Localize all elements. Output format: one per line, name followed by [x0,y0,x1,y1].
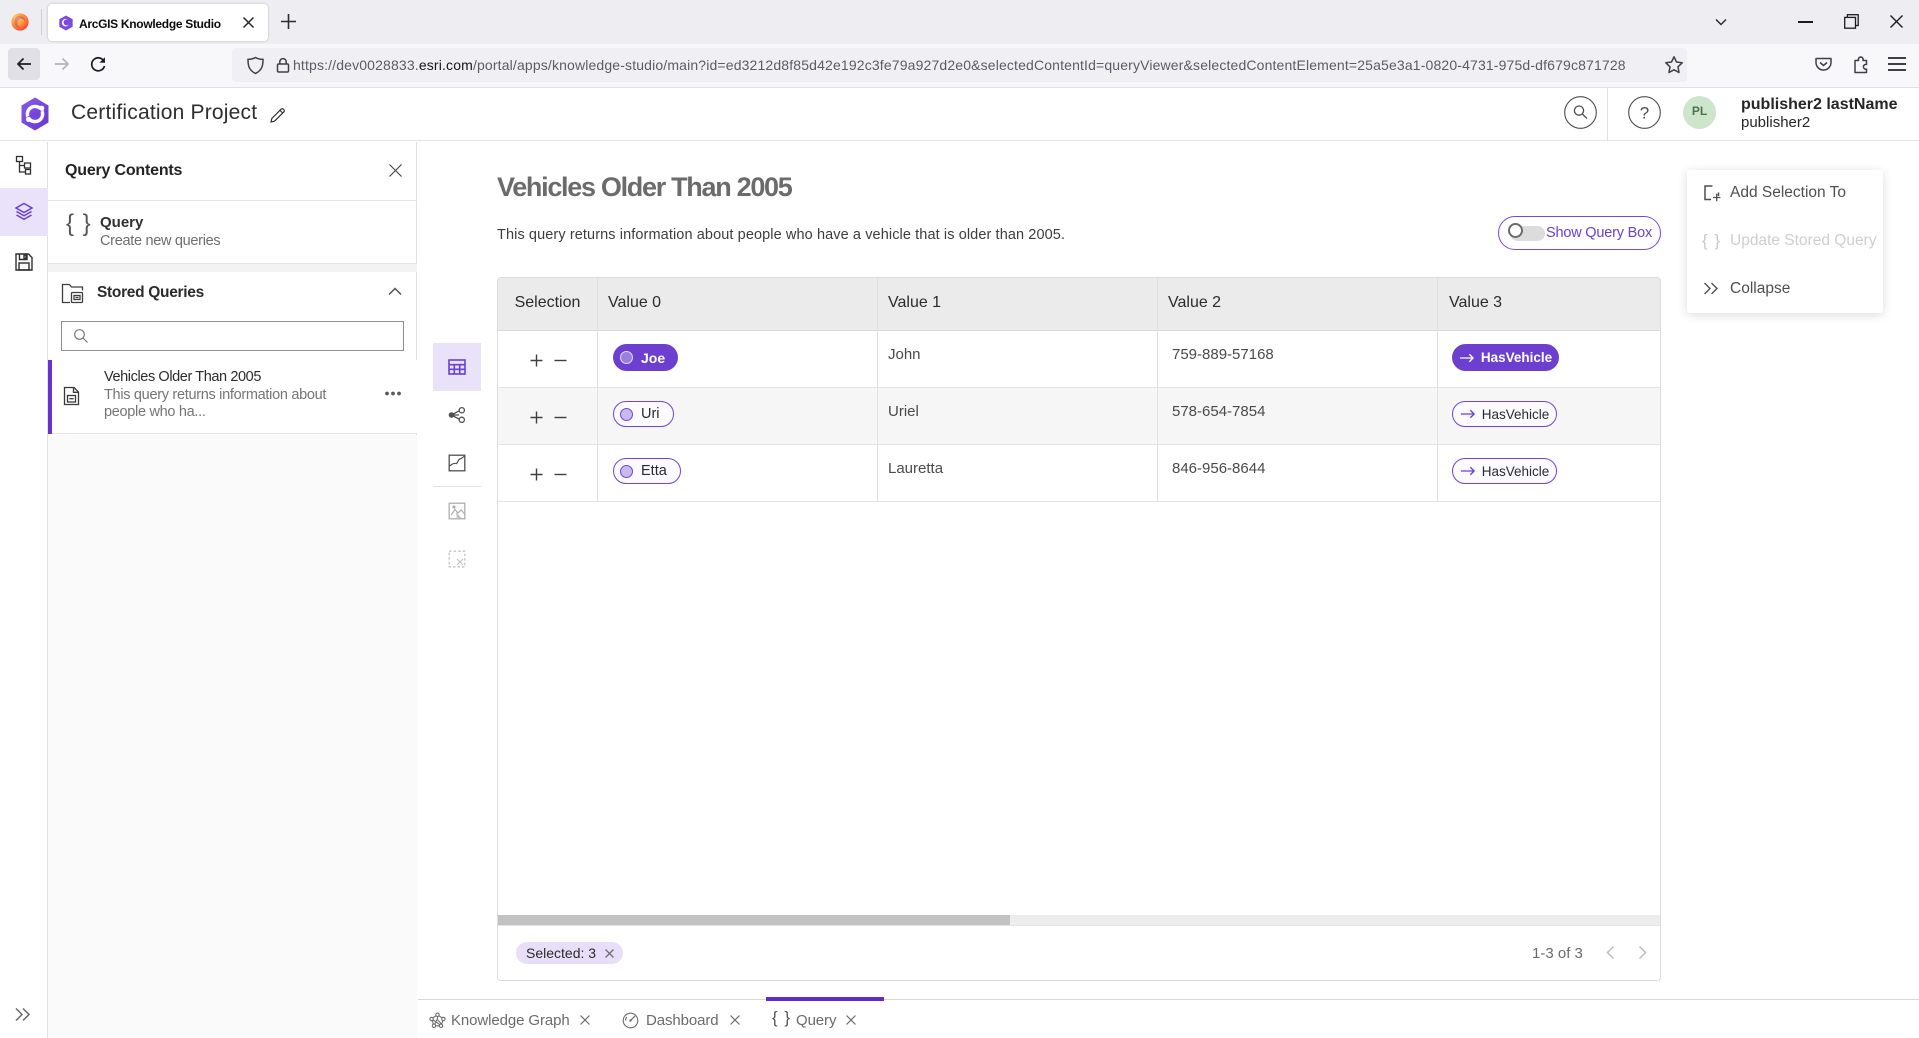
svg-text:?: ? [1640,104,1649,123]
